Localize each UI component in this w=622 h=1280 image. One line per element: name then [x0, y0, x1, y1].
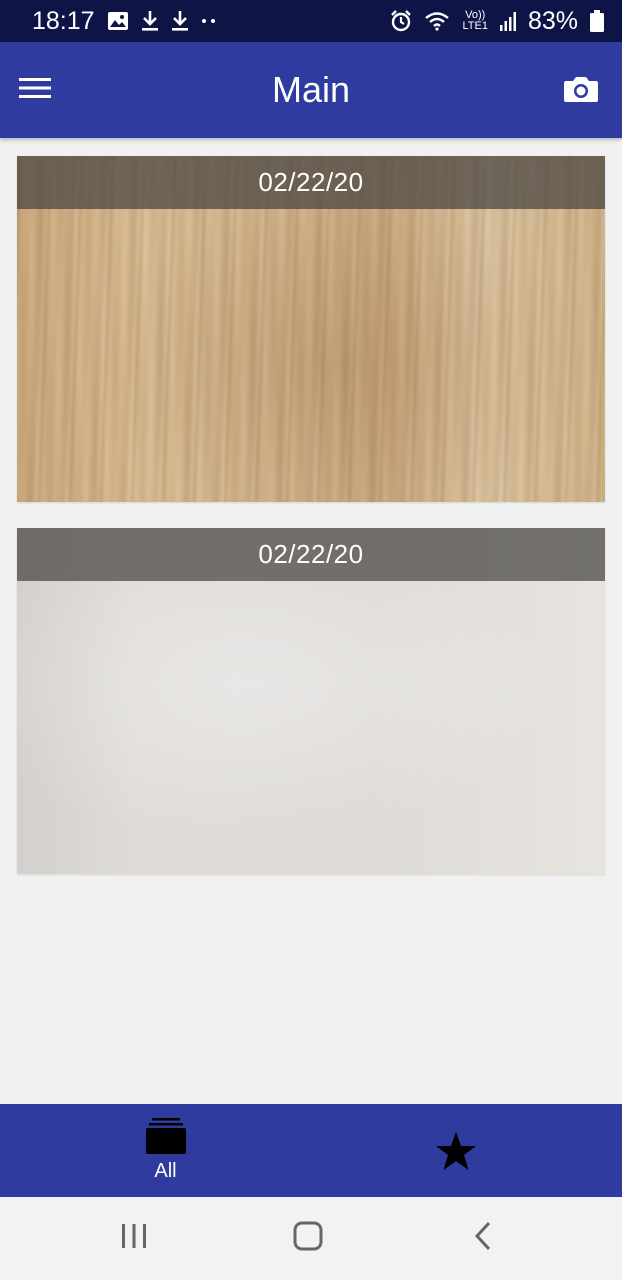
back-icon	[474, 1221, 491, 1251]
recent-apps-icon	[122, 1224, 146, 1248]
camera-button[interactable]	[563, 74, 599, 104]
recent-apps-button[interactable]	[118, 1219, 150, 1258]
photo-date: 02/22/20	[17, 156, 605, 209]
photo-date: 02/22/20	[17, 528, 605, 581]
alarm-icon	[390, 10, 412, 32]
back-button[interactable]	[468, 1219, 500, 1258]
battery-percent: 83%	[527, 6, 578, 35]
nav-favorites[interactable]	[300, 1104, 611, 1197]
gallery-notification-icon	[107, 11, 129, 31]
status-time: 18:17	[32, 6, 95, 35]
screen: 18:17 Vo)) LTE1 83% Main 02/22/20 02/22/…	[0, 0, 622, 1280]
camera-icon	[564, 77, 598, 102]
hamburger-menu-icon	[19, 78, 51, 98]
nav-all[interactable]: All	[10, 1104, 321, 1197]
wifi-icon	[424, 11, 450, 31]
status-left: 18:17	[32, 7, 217, 36]
page-title: Main	[271, 69, 351, 110]
status-right: Vo)) LTE1 83%	[390, 7, 604, 36]
battery-icon	[590, 10, 604, 32]
app-bar: Main	[0, 42, 622, 138]
more-notifications-icon	[201, 17, 217, 25]
home-icon	[293, 1221, 323, 1251]
menu-button[interactable]	[18, 74, 52, 102]
albums-icon	[145, 1118, 186, 1154]
photo-card[interactable]: 02/22/20	[17, 528, 605, 874]
bottom-nav: All	[0, 1104, 622, 1197]
photo-card[interactable]: 02/22/20	[17, 156, 605, 502]
system-nav-bar	[0, 1197, 622, 1280]
signal-icon	[499, 11, 516, 31]
nav-all-label: All	[154, 1160, 177, 1182]
status-bar: 18:17 Vo)) LTE1 83%	[0, 0, 622, 42]
download-notification-icon-2	[171, 10, 189, 32]
star-icon	[435, 1131, 476, 1170]
download-notification-icon	[141, 10, 159, 32]
home-button[interactable]	[292, 1219, 324, 1258]
volte-indicator: Vo)) LTE1	[462, 10, 487, 32]
volte-bottom-label: LTE1	[462, 20, 488, 32]
